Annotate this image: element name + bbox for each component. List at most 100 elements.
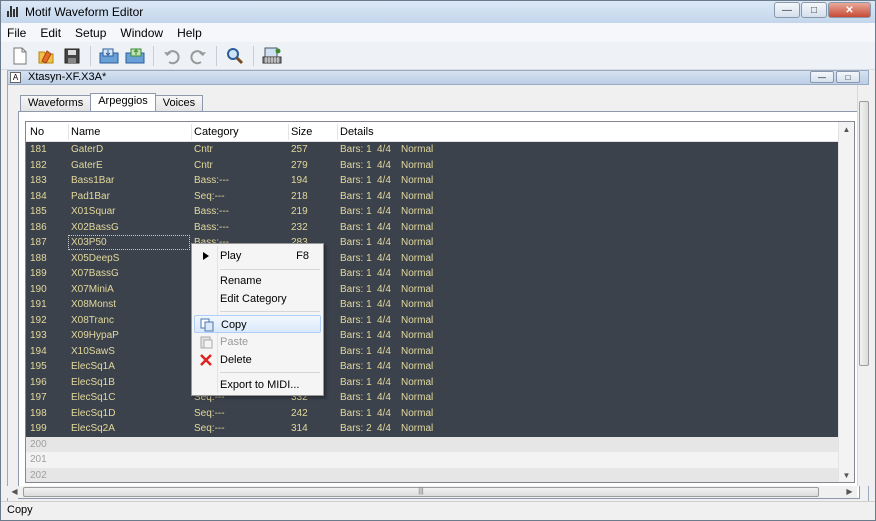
table-row[interactable]: 184 Pad1Bar Seq:--- 218 Bars: 1 4/4 Normal bbox=[26, 188, 840, 204]
table-row[interactable]: 198 ElecSq1D Seq:--- 242 Bars: 1 4/4 Normal bbox=[26, 405, 840, 421]
list-vertical-scrollbar[interactable]: ▲ ▼ bbox=[838, 122, 854, 482]
cell-category: Bass:--- bbox=[194, 175, 229, 186]
column-header-category[interactable]: Category bbox=[194, 126, 239, 138]
menu-item-rename[interactable]: Rename bbox=[194, 272, 321, 290]
undo-icon[interactable] bbox=[161, 45, 183, 67]
table-row[interactable]: 187X03P50Bass:---283Bars: 14/4Normal bbox=[26, 235, 840, 251]
cell-size: 314 bbox=[291, 423, 308, 434]
cell-no: 188 bbox=[30, 252, 47, 264]
menu-edit[interactable]: Edit bbox=[40, 26, 61, 40]
midi-settings-icon[interactable] bbox=[261, 45, 283, 67]
horizontal-scroll-thumb[interactable]: ||| bbox=[23, 487, 819, 497]
new-icon[interactable] bbox=[9, 45, 31, 67]
table-row[interactable]: 181 GaterD Cntr 257 Bars: 1 4/4 Normal bbox=[26, 142, 840, 158]
cell-meter: 4/4 bbox=[377, 175, 391, 186]
menu-file[interactable]: File bbox=[7, 26, 26, 40]
tab-voices[interactable]: Voices bbox=[154, 95, 204, 111]
table-row[interactable]: 191X08MonstBass:---Bars: 14/4Normal bbox=[26, 297, 840, 313]
column-header-details[interactable]: Details bbox=[340, 126, 374, 138]
empty-row[interactable]: 201 bbox=[26, 452, 840, 468]
table-row[interactable]: 185 X01Squar Bass:--- 219 Bars: 1 4/4 Normal bbox=[26, 204, 840, 220]
cell-name: X09HypaP bbox=[71, 330, 119, 341]
column-divider[interactable] bbox=[191, 124, 192, 140]
cell-no: 196 bbox=[30, 376, 47, 388]
cell-size: 279 bbox=[291, 159, 308, 171]
column-header-name[interactable]: Name bbox=[71, 126, 100, 138]
table-row[interactable]: 196ElecSq1BSeq:---Bars: 14/4Normal bbox=[26, 374, 840, 390]
cell-meter: 4/4 bbox=[377, 190, 391, 202]
cell-mode: Normal bbox=[401, 144, 434, 155]
focus-rectangle bbox=[68, 235, 190, 250]
close-button[interactable]: ✕ bbox=[828, 2, 871, 18]
table-row[interactable]: 189X07BassGBass:---Bars: 14/4Normal bbox=[26, 266, 840, 282]
title-bar[interactable]: Motif Waveform Editor — □ ✕ bbox=[1, 1, 875, 23]
list-header: No Name Category Size Details bbox=[26, 122, 840, 142]
vertical-scroll-thumb[interactable] bbox=[859, 101, 869, 366]
send-to-synth-icon[interactable] bbox=[124, 45, 146, 67]
cell-name: ElecSq1B bbox=[71, 376, 115, 388]
minimize-button[interactable]: — bbox=[774, 2, 800, 18]
table-row[interactable]: 194X10SawSBass:---Bars: 14/4Normal bbox=[26, 343, 840, 359]
maximize-button[interactable]: □ bbox=[801, 2, 827, 18]
column-divider[interactable] bbox=[68, 124, 69, 140]
column-divider[interactable] bbox=[288, 124, 289, 140]
status-bar: Copy bbox=[1, 501, 875, 520]
window-title: Motif Waveform Editor bbox=[25, 5, 144, 19]
cell-no: 185 bbox=[30, 206, 47, 217]
copy-icon bbox=[200, 318, 214, 332]
menu-item-delete[interactable]: Delete bbox=[194, 351, 321, 369]
horizontal-scrollbar[interactable]: ◀ ||| ▶ bbox=[7, 486, 857, 498]
scroll-right-arrow[interactable]: ▶ bbox=[842, 484, 857, 500]
cell-mode: Normal bbox=[401, 361, 434, 372]
search-icon[interactable] bbox=[224, 45, 246, 67]
toolbar-separator bbox=[253, 45, 254, 66]
menu-item-export-midi[interactable]: Export to MIDI... bbox=[194, 376, 321, 394]
table-row[interactable]: 199 ElecSq2A Seq:--- 314 Bars: 2 4/4 Normal bbox=[26, 421, 840, 437]
menu-help[interactable]: Help bbox=[177, 26, 202, 40]
cell-meter: 4/4 bbox=[377, 314, 391, 326]
document-title: Xtasyn-XF.X3A* bbox=[28, 71, 107, 83]
table-row[interactable]: 195ElecSq1ASeq:---Bars: 14/4Normal bbox=[26, 359, 840, 375]
document-title-bar[interactable]: A Xtasyn-XF.X3A* — □ bbox=[7, 70, 869, 85]
document-maximize-button[interactable]: □ bbox=[836, 71, 860, 83]
tab-waveforms[interactable]: Waveforms bbox=[20, 95, 92, 111]
table-row[interactable]: 192X08TrancBass:---Bars: 14/4Normal bbox=[26, 312, 840, 328]
save-icon[interactable] bbox=[61, 45, 83, 67]
table-row[interactable]: 190X07MiniABass:---Bars: 14/4Normal bbox=[26, 281, 840, 297]
cell-mode: Normal bbox=[401, 299, 434, 310]
table-row[interactable]: 188X05DeepSBass:---Bars: 14/4Normal bbox=[26, 250, 840, 266]
document-minimize-button[interactable]: — bbox=[810, 71, 834, 83]
cell-no: 183 bbox=[30, 175, 47, 186]
empty-row[interactable]: 202 bbox=[26, 467, 840, 482]
scroll-up-arrow[interactable]: ▲ bbox=[839, 122, 854, 138]
menu-item-copy[interactable]: Copy bbox=[194, 315, 321, 333]
tab-arpeggios[interactable]: Arpeggios bbox=[90, 93, 156, 111]
cell-bars: Bars: 1 bbox=[340, 407, 372, 419]
column-header-size[interactable]: Size bbox=[291, 126, 312, 138]
play-icon bbox=[199, 249, 213, 263]
scroll-left-arrow[interactable]: ◀ bbox=[7, 484, 22, 500]
table-row[interactable]: 186 X02BassG Bass:--- 232 Bars: 1 4/4 Normal bbox=[26, 219, 840, 235]
cell-mode: Normal bbox=[401, 221, 434, 233]
menu-item-edit-category[interactable]: Edit Category bbox=[194, 290, 321, 308]
table-row[interactable]: 183 Bass1Bar Bass:--- 194 Bars: 1 4/4 Normal bbox=[26, 173, 840, 189]
table-row[interactable]: 182 GaterE Cntr 279 Bars: 1 4/4 Normal bbox=[26, 157, 840, 173]
table-row[interactable]: 193X09HypaPBass:---Bars: 14/4Normal bbox=[26, 328, 840, 344]
menu-item-paste[interactable]: Paste bbox=[194, 333, 321, 351]
redo-icon[interactable] bbox=[187, 45, 209, 67]
menu-item-play[interactable]: Play F8 bbox=[194, 247, 321, 265]
empty-row[interactable]: 200 bbox=[26, 436, 840, 452]
document-vertical-scrollbar[interactable] bbox=[857, 85, 869, 486]
arpeggio-list[interactable]: No Name Category Size Details 181 GaterD C… bbox=[25, 121, 855, 483]
cell-name: ElecSq1A bbox=[71, 361, 115, 372]
menu-item-label: Paste bbox=[220, 336, 249, 348]
menu-window[interactable]: Window bbox=[120, 26, 163, 40]
scroll-down-arrow[interactable]: ▼ bbox=[839, 468, 854, 482]
column-divider[interactable] bbox=[337, 124, 338, 140]
open-icon[interactable] bbox=[35, 45, 57, 67]
load-from-synth-icon[interactable] bbox=[98, 45, 120, 67]
cell-category: Bass:--- bbox=[194, 206, 229, 217]
menu-setup[interactable]: Setup bbox=[75, 26, 106, 40]
column-header-no[interactable]: No bbox=[30, 126, 44, 138]
table-row[interactable]: 197 ElecSq1C Seq:--- 332 Bars: 1 4/4 Normal bbox=[26, 390, 840, 406]
